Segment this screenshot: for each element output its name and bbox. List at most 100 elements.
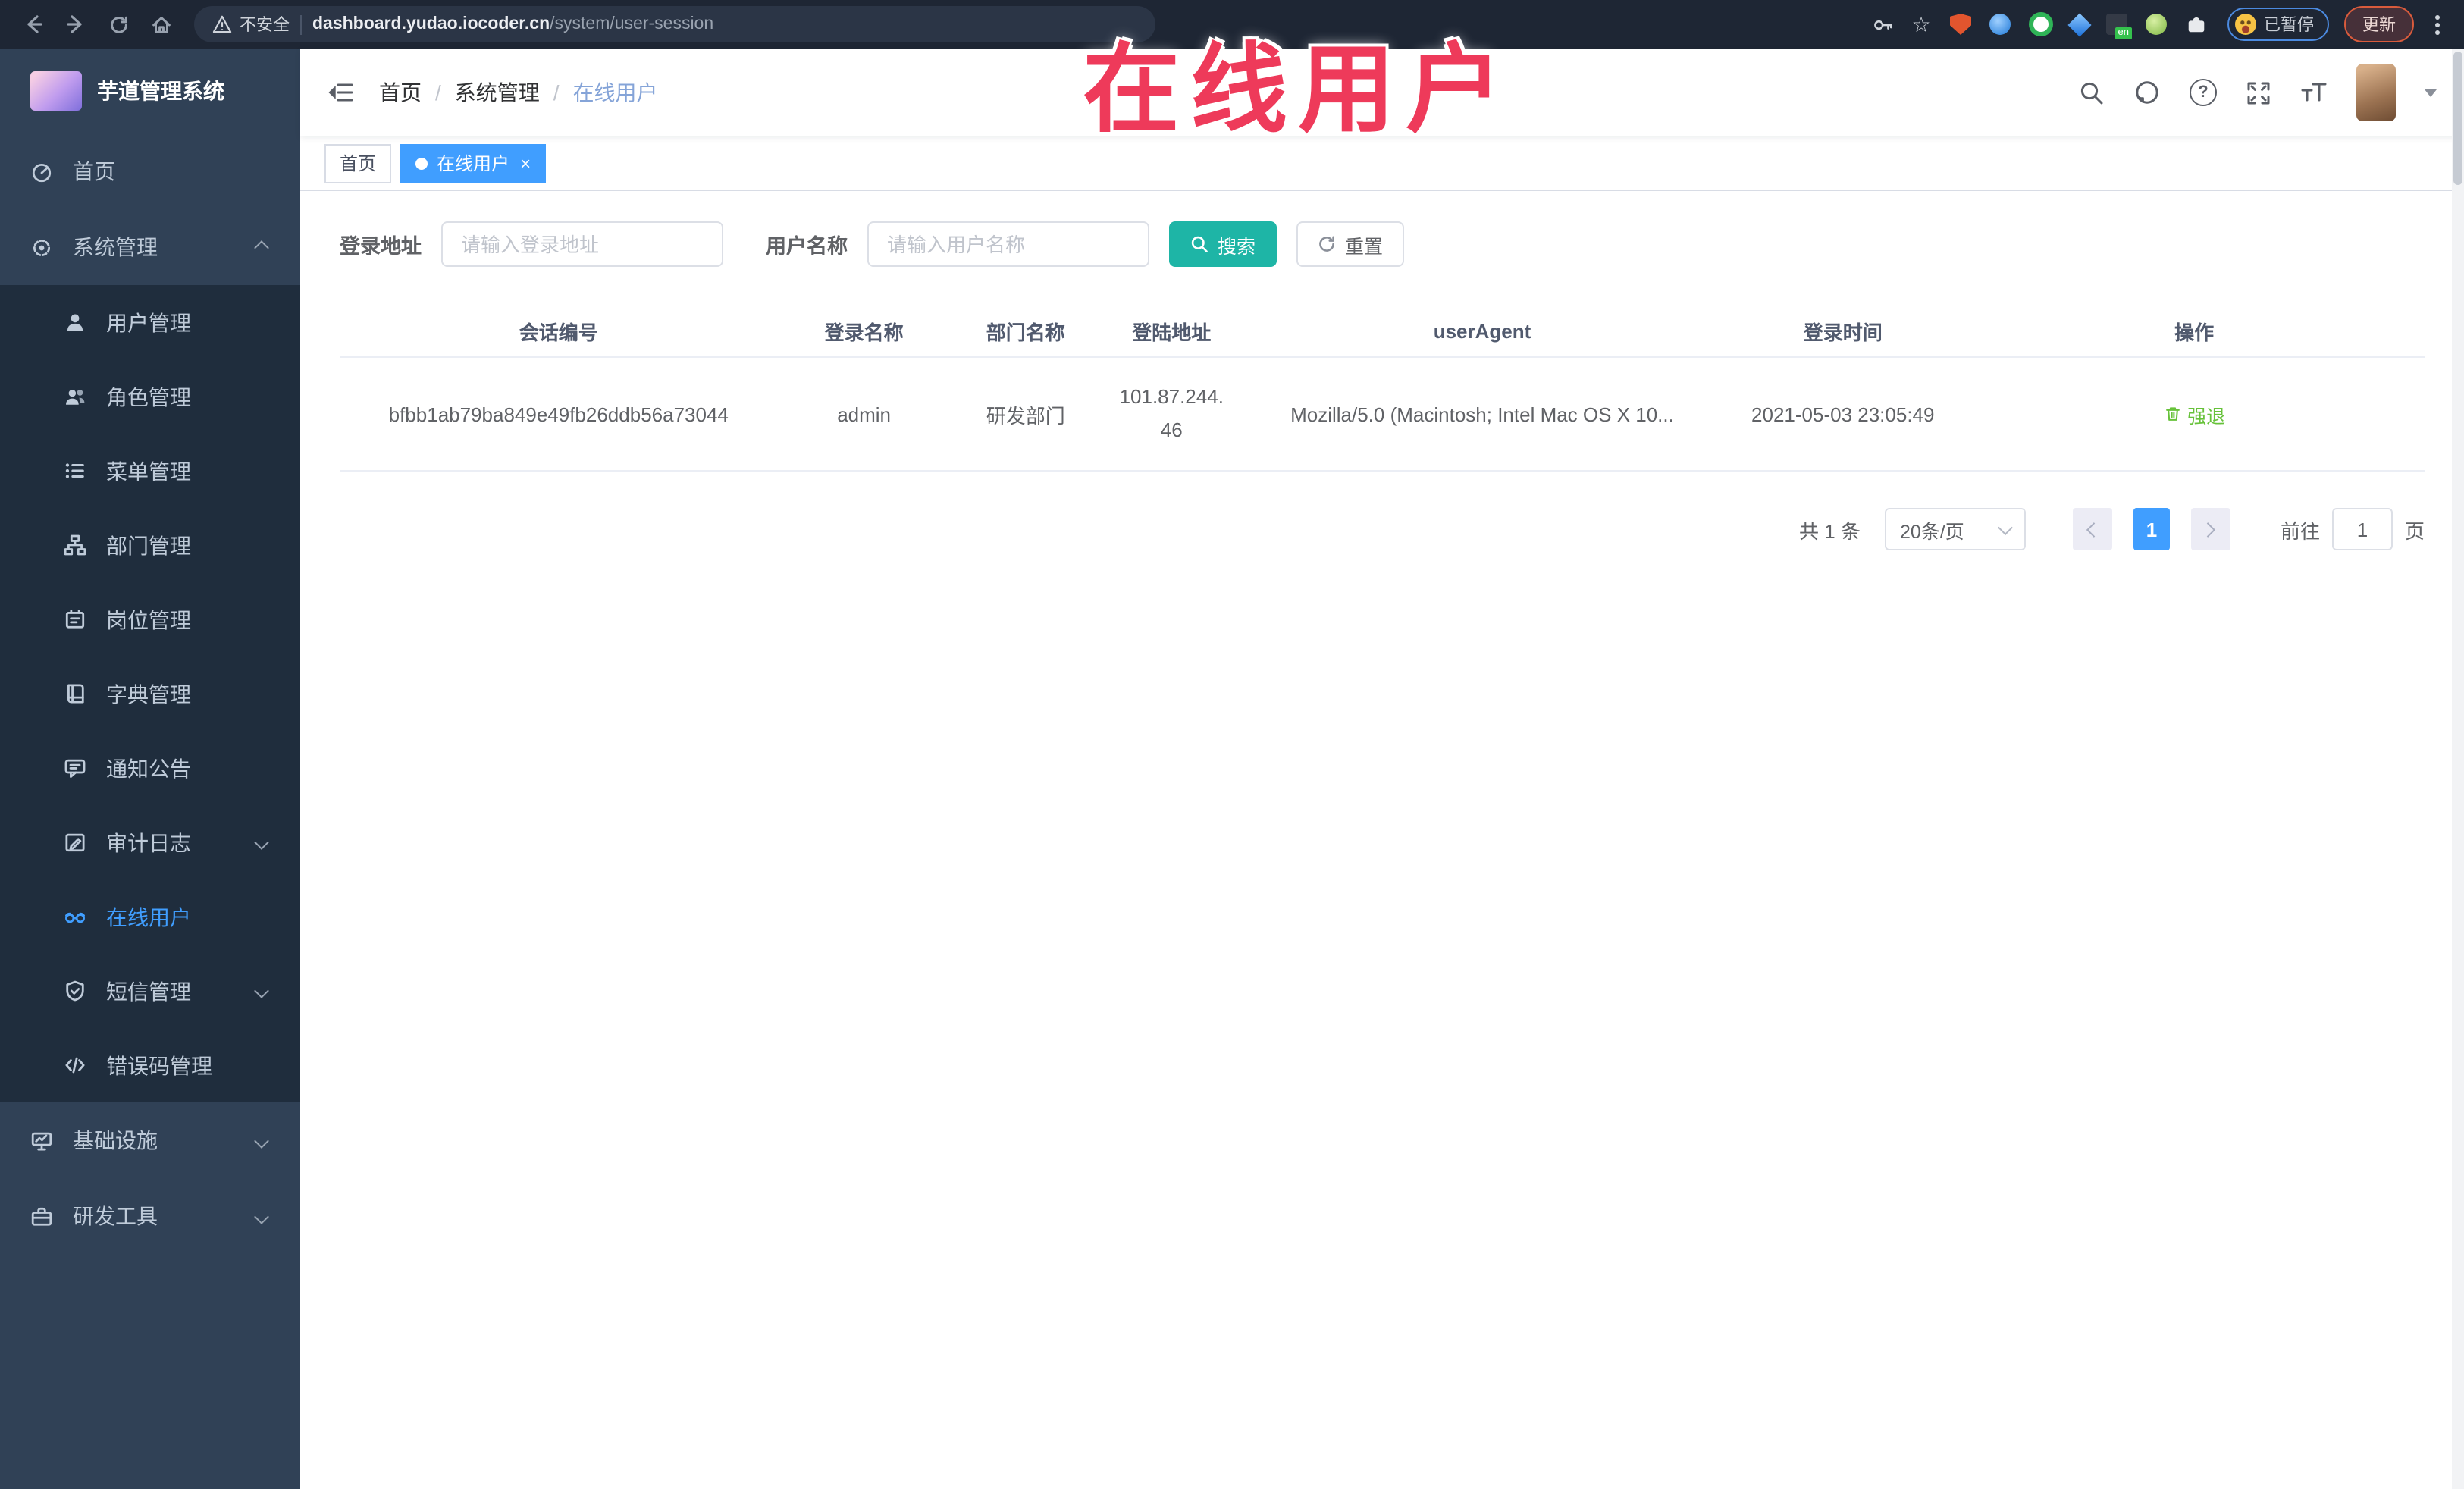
sidebar-item-label: 首页 <box>73 159 115 183</box>
fullscreen-icon[interactable] <box>2246 80 2271 105</box>
github-icon[interactable] <box>2133 79 2161 106</box>
breadcrumb-home[interactable]: 首页 <box>379 77 422 108</box>
pagination: 共 1 条 20条/页 1 前往 页 <box>340 508 2425 550</box>
screen: 不安全 dashboard.yudao.iocoder.cn/system/us… <box>0 0 2464 1489</box>
tab-online-users[interactable]: 在线用户 × <box>400 143 547 183</box>
breadcrumb-separator: / <box>435 80 441 105</box>
sidebar-item-post-mgmt[interactable]: 岗位管理 <box>0 582 300 657</box>
extension-diamond-icon[interactable] <box>2067 12 2092 36</box>
sidebar-item-online-users[interactable]: 在线用户 <box>0 879 300 954</box>
sidebar-item-dev-tools[interactable]: 研发工具 <box>0 1178 300 1254</box>
sidebar-item-audit-log[interactable]: 审计日志 <box>0 805 300 879</box>
username-input[interactable] <box>867 221 1149 267</box>
sidebar-item-user-mgmt[interactable]: 用户管理 <box>0 285 300 359</box>
tab-label: 在线用户 <box>437 153 510 174</box>
login-address-input[interactable] <box>441 221 723 267</box>
active-tab-dot <box>415 157 428 169</box>
sidebar-item-system[interactable]: 系统管理 <box>0 209 300 285</box>
chevron-right-icon <box>2201 522 2217 537</box>
sidebar-item-label: 字典管理 <box>106 682 191 706</box>
breadcrumb: 首页 / 系统管理 / 在线用户 <box>379 77 658 108</box>
app-header: 首页 / 系统管理 / 在线用户 ? <box>300 49 2464 136</box>
login-time-cell: 2021-05-03 23:05:49 <box>1751 403 1935 425</box>
page-size-select[interactable]: 20条/页 <box>1884 508 2026 550</box>
prev-page-button[interactable] <box>2072 508 2112 550</box>
sidebar-item-label: 系统管理 <box>73 235 158 259</box>
tab-home[interactable]: 首页 <box>324 143 392 183</box>
browser-menu-icon[interactable] <box>2426 14 2449 34</box>
browser-back-icon[interactable] <box>15 6 52 42</box>
extension-translate-icon[interactable]: en <box>2106 14 2132 39</box>
sidebar-item-label: 短信管理 <box>106 979 191 1003</box>
sidebar-item-infrastructure[interactable]: 基础设施 <box>0 1102 300 1178</box>
page-size-value: 20条/页 <box>1899 521 1964 542</box>
url-host: dashboard.yudao.iocoder.cn <box>312 15 550 33</box>
next-page-button[interactable] <box>2190 508 2230 550</box>
sidebar-item-notice[interactable]: 通知公告 <box>0 731 300 805</box>
refresh-icon <box>1319 236 1334 252</box>
sidebar-item-role-mgmt[interactable]: 角色管理 <box>0 359 300 434</box>
login-address-label: 登录地址 <box>340 235 422 258</box>
warning-triangle-icon <box>212 15 232 33</box>
emoji-avatar-icon <box>2235 14 2256 35</box>
app-window: 芋道管理系统 首页 系统管理 用户管理 角色管理 菜单管理 部门管理 岗位管理 … <box>0 49 2464 1489</box>
user-avatar[interactable] <box>2356 64 2396 121</box>
header-search-icon[interactable] <box>2079 80 2105 105</box>
table-row: bfbb1ab79ba849e49fb26ddb56a73044 admin 研… <box>340 358 2425 472</box>
table-header-row: 会话编号 登录名称 部门名称 登陆地址 userAgent 登录时间 操作 <box>340 306 2425 358</box>
avatar-caret-icon[interactable] <box>2425 89 2437 96</box>
sidebar-item-error-code[interactable]: 错误码管理 <box>0 1028 300 1102</box>
sidebar-item-menu-mgmt[interactable]: 菜单管理 <box>0 434 300 508</box>
id-badge-icon <box>65 610 85 629</box>
col-dept-name: 部门名称 <box>986 321 1065 344</box>
sidebar-item-dept-mgmt[interactable]: 部门管理 <box>0 508 300 582</box>
search-button-label: 搜索 <box>1218 236 1256 257</box>
sidebar-item-home[interactable]: 首页 <box>0 133 300 209</box>
username-label: 用户名称 <box>766 235 848 258</box>
scrollbar-thumb[interactable] <box>2453 52 2462 185</box>
force-logout-button[interactable]: 强退 <box>2163 400 2225 428</box>
font-size-icon[interactable] <box>2300 80 2328 105</box>
tab-close-icon[interactable]: × <box>520 154 531 172</box>
filter-form: 登录地址 用户名称 搜索 重置 <box>340 221 2425 267</box>
profile-paused-pill[interactable]: 已暂停 <box>2227 8 2329 41</box>
browser-forward-icon[interactable] <box>58 6 94 42</box>
actions-cell: 强退 <box>1964 400 2425 428</box>
translate-badge: en <box>2114 27 2132 39</box>
tags-view: 首页 在线用户 × <box>300 136 2464 191</box>
sidebar-item-label: 在线用户 <box>106 904 191 929</box>
security-label: 不安全 <box>240 17 290 35</box>
search-button[interactable]: 搜索 <box>1169 221 1277 267</box>
chevron-left-icon <box>2086 522 2102 537</box>
browser-home-icon[interactable] <box>143 6 179 42</box>
extension-key-icon[interactable] <box>2146 14 2167 35</box>
password-key-icon[interactable] <box>1865 8 1898 41</box>
chevron-up-icon <box>254 240 269 255</box>
browser-update-button[interactable]: 更新 <box>2344 6 2414 42</box>
extension-lightbulb-icon[interactable] <box>1989 14 2011 35</box>
ip-text: 101.87.244.46 <box>1119 384 1224 441</box>
extension-v-icon[interactable] <box>2029 12 2053 36</box>
browser-reload-icon[interactable] <box>100 6 136 42</box>
security-warning[interactable]: 不安全 <box>212 12 290 36</box>
error-code-icon <box>65 1057 85 1074</box>
window-scrollbar[interactable] <box>2452 49 2464 1489</box>
extension-ublock-icon[interactable] <box>1950 14 1971 35</box>
sidebar-item-dict-mgmt[interactable]: 字典管理 <box>0 657 300 731</box>
current-page[interactable]: 1 <box>2133 508 2170 550</box>
chevron-down-icon <box>254 983 269 998</box>
address-bar[interactable]: 不安全 dashboard.yudao.iocoder.cn/system/us… <box>194 6 1155 42</box>
help-icon[interactable]: ? <box>2190 79 2217 106</box>
dev-tools-icon <box>31 1206 52 1225</box>
breadcrumb-system[interactable]: 系统管理 <box>455 77 540 108</box>
page-content: 登录地址 用户名称 搜索 重置 会话编号 <box>300 191 2464 1489</box>
bookmark-star-icon[interactable]: ☆ <box>1904 8 1938 41</box>
goto-page-input[interactable] <box>2331 508 2393 550</box>
app-logo-row[interactable]: 芋道管理系统 <box>0 49 300 133</box>
sidebar-item-label: 用户管理 <box>106 310 191 334</box>
hamburger-icon[interactable] <box>328 80 355 105</box>
sidebar-item-sms-mgmt[interactable]: 短信管理 <box>0 954 300 1028</box>
sidebar-item-label: 审计日志 <box>106 830 191 854</box>
reset-button[interactable]: 重置 <box>1296 221 1405 267</box>
extensions-puzzle-icon[interactable] <box>2179 8 2212 41</box>
